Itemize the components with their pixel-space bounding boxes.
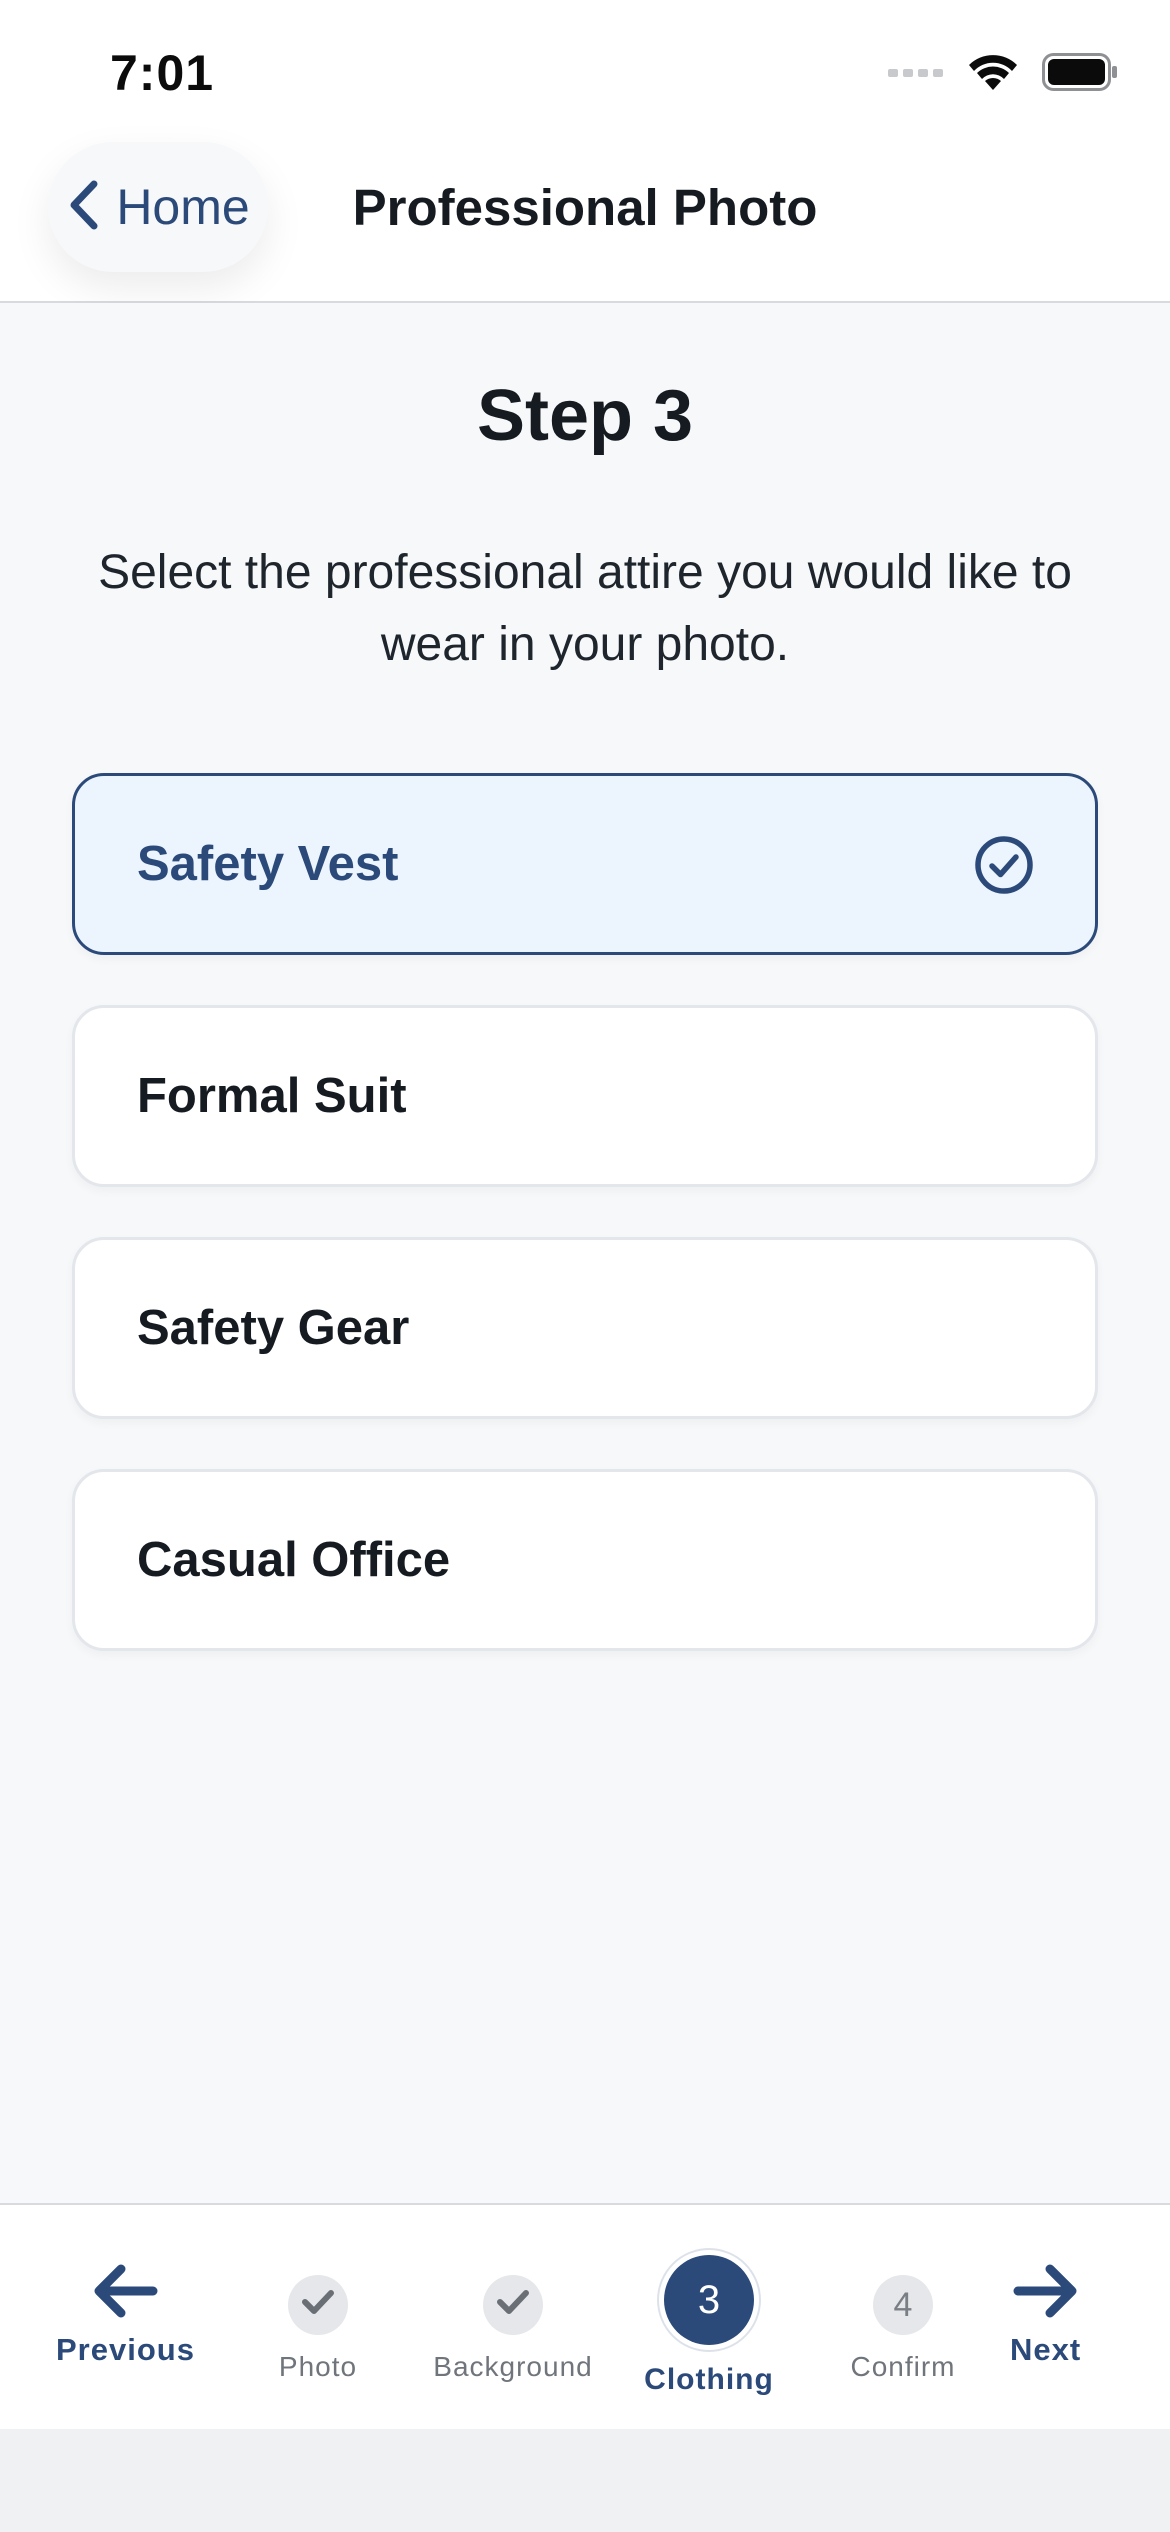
check-icon	[301, 2286, 335, 2325]
step-label: Clothing	[644, 2363, 774, 2396]
wifi-icon	[966, 52, 1020, 97]
main-content: Step 3 Select the professional attire yo…	[0, 303, 1170, 2203]
step-title: Step 3	[476, 376, 694, 456]
option-safety-gear[interactable]: Safety Gear	[72, 1237, 1098, 1419]
step-number-badge: 3	[664, 2255, 754, 2345]
step-description: Select the professional attire you would…	[98, 546, 1072, 671]
step-label: Background	[433, 2351, 593, 2382]
option-casual-office[interactable]: Casual Office	[72, 1469, 1098, 1651]
step-number-badge: 4	[873, 2275, 933, 2335]
check-circle-icon	[973, 834, 1035, 901]
step-indicator	[288, 2275, 348, 2335]
step-confirm[interactable]: 4 Confirm	[813, 2255, 993, 2383]
option-formal-suit[interactable]: Formal Suit	[72, 1005, 1098, 1187]
next-label: Next	[1010, 2332, 1082, 2367]
page-title: Professional Photo	[352, 179, 818, 236]
option-safety-vest[interactable]: Safety Vest	[72, 773, 1098, 955]
arrow-left-icon	[91, 2261, 159, 2326]
cellular-signal-icon	[888, 64, 944, 85]
bottom-stepper-bar: Previous Photo Background 3 Clothing 4 C…	[0, 2203, 1170, 2429]
next-button[interactable]: Next	[1010, 2261, 1081, 2368]
option-label: Safety Vest	[137, 837, 399, 891]
step-indicator	[483, 2275, 543, 2335]
navigation-bar: Home Professional Photo	[0, 130, 1170, 303]
status-icons	[888, 52, 1118, 97]
step-clothing[interactable]: 3 Clothing	[619, 2255, 799, 2397]
battery-icon	[1042, 53, 1118, 96]
status-bar: 7:01	[0, 0, 1170, 150]
step-background[interactable]: Background	[423, 2255, 603, 2383]
home-indicator-area	[0, 2429, 1170, 2532]
step-label: Confirm	[850, 2351, 956, 2382]
step-photo[interactable]: Photo	[228, 2255, 408, 2383]
previous-label: Previous	[56, 2332, 195, 2367]
option-label: Safety Gear	[137, 1301, 410, 1355]
arrow-right-icon	[1012, 2261, 1080, 2326]
option-label: Casual Office	[137, 1533, 451, 1587]
check-icon	[496, 2286, 530, 2325]
previous-button[interactable]: Previous	[56, 2261, 195, 2368]
option-label: Formal Suit	[137, 1069, 407, 1123]
status-time: 7:01	[110, 45, 215, 101]
step-label: Photo	[278, 2351, 358, 2382]
